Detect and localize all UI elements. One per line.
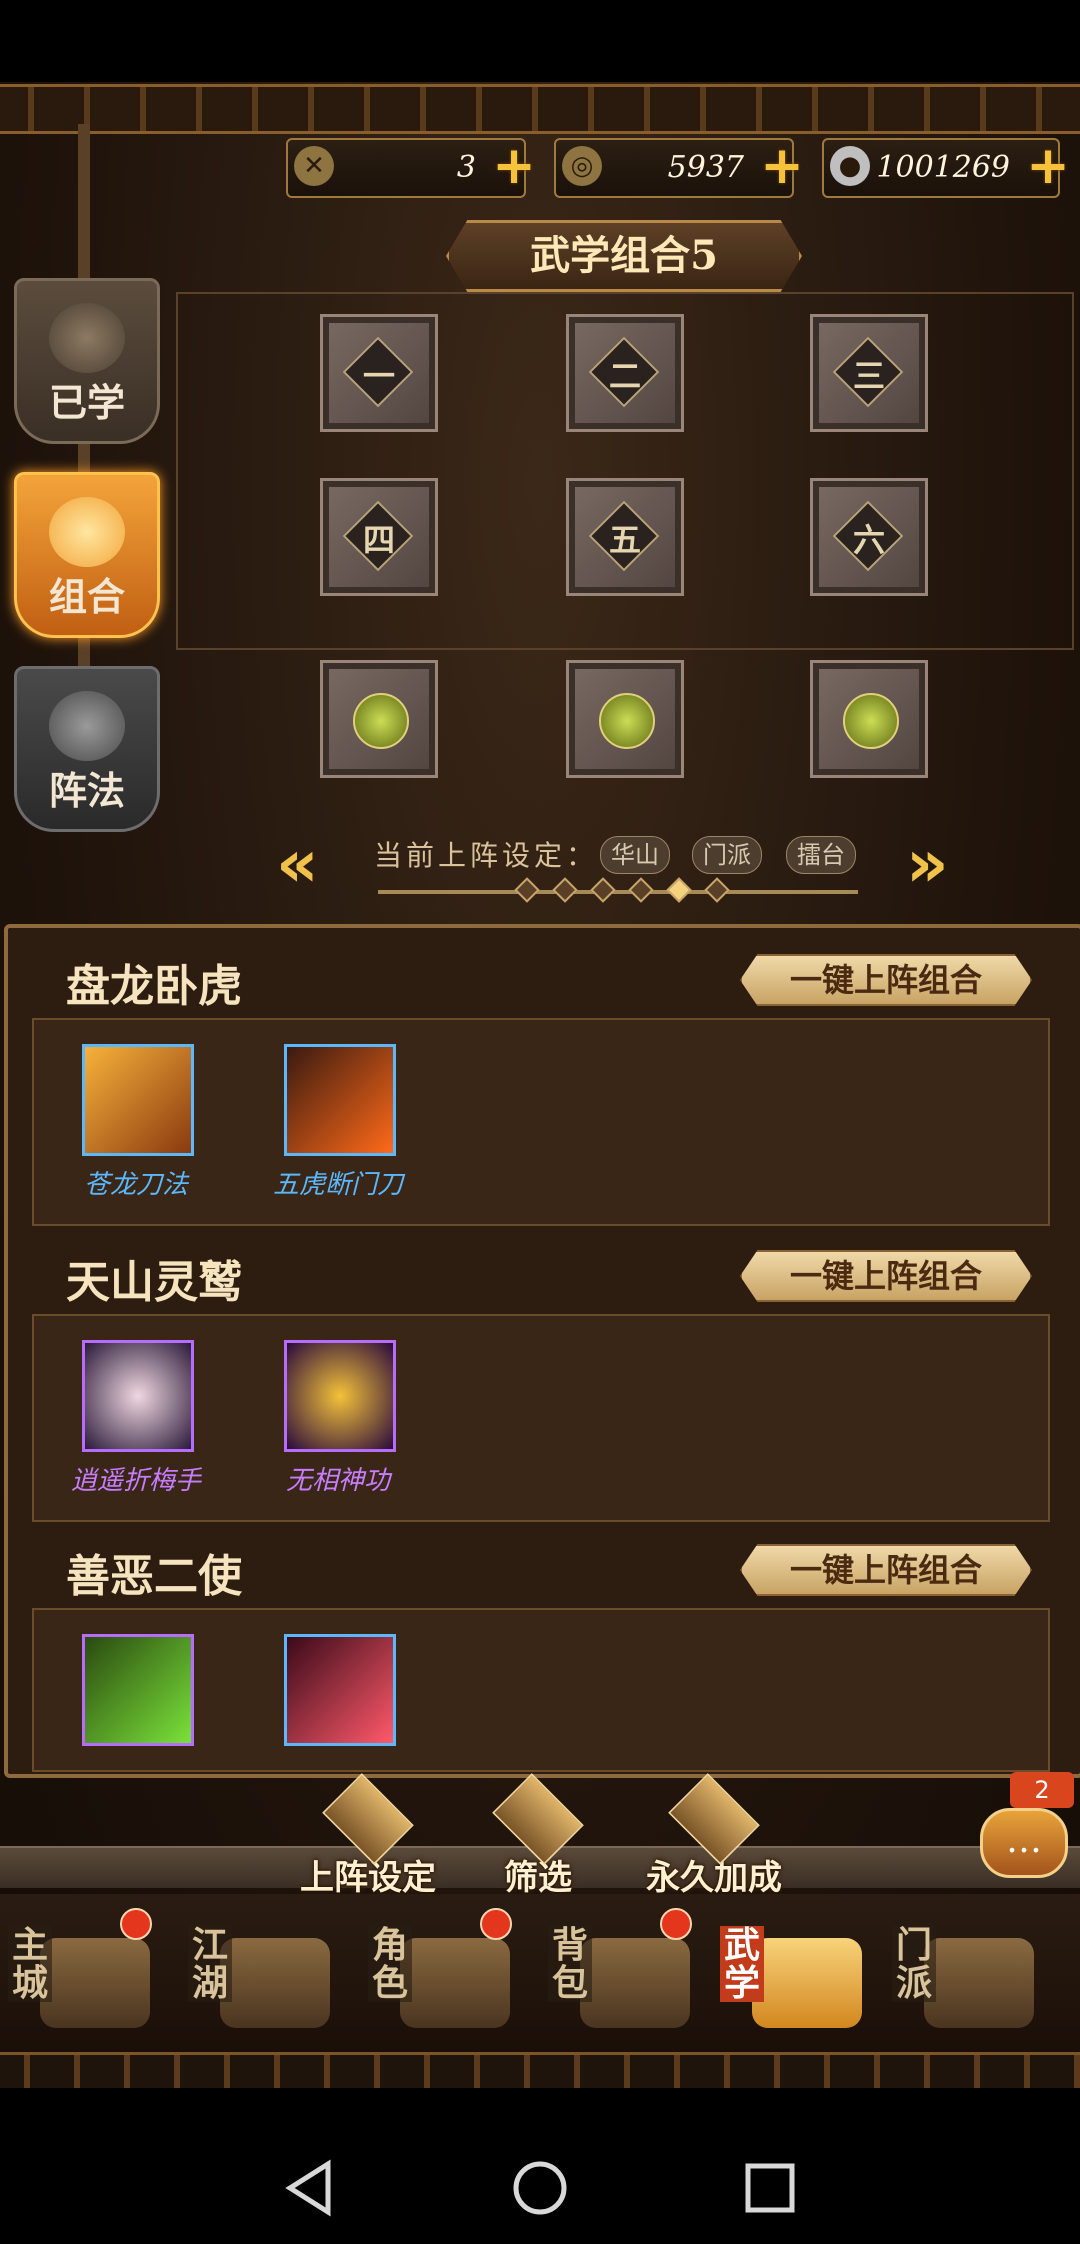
tab-combination-label: 组合 — [48, 574, 125, 619]
locked-slot-9[interactable] — [810, 660, 928, 778]
nav-character[interactable]: 角色 — [360, 1908, 530, 2048]
filter-button[interactable]: 筛选 — [468, 1773, 608, 1898]
setting-chip: 门派 — [692, 836, 762, 874]
currency-tokens: ✕ 3 + — [286, 138, 536, 198]
add-silver-button[interactable]: + — [1024, 140, 1072, 192]
cauldron-icon — [924, 1938, 1034, 2028]
slot-number: 三 — [852, 357, 885, 395]
lock-icon — [599, 693, 655, 749]
currency-silver: ● 1001269 + — [822, 138, 1070, 198]
notification-dot — [120, 1908, 152, 1940]
locked-slot-7[interactable] — [320, 660, 438, 778]
nav-sect[interactable]: 门派 — [884, 1908, 1054, 2048]
skill-name: 逍遥折梅手 — [70, 1466, 201, 1496]
equip-combo-button[interactable]: 一键上阵组合 — [740, 1250, 1032, 1302]
permanent-bonus-button[interactable]: 永久加成 — [644, 1773, 784, 1898]
nav-martial-arts[interactable]: 武学 — [712, 1908, 882, 2048]
setting-chip: 华山 — [600, 836, 670, 874]
page-indicator — [378, 890, 858, 894]
skill-name: 无相神功 — [285, 1466, 390, 1496]
bag-icon — [580, 1938, 690, 2028]
slot-3[interactable]: 三 — [810, 314, 928, 432]
scroll-icon — [49, 497, 125, 567]
equip-combo-button[interactable]: 一键上阵组合 — [740, 954, 1032, 1006]
skill-icon[interactable] — [284, 1340, 396, 1452]
tab-combination[interactable]: 组合 — [14, 472, 160, 638]
skill-name: 五虎断门刀 — [272, 1170, 403, 1200]
slot-6[interactable]: 六 — [810, 478, 928, 596]
skill-icon[interactable] — [82, 1340, 194, 1452]
prev-arrow-icon[interactable]: « — [276, 831, 336, 897]
lock-icon — [843, 693, 899, 749]
swords-icon: ✕ — [294, 146, 334, 186]
top-ornament — [0, 84, 1080, 134]
setting-chip: 擂台 — [786, 836, 856, 874]
nav-label: 门派 — [892, 1926, 936, 2002]
chat-bubble-icon: … — [1006, 1820, 1042, 1861]
equip-combo-button[interactable]: 一键上阵组合 — [740, 1544, 1032, 1596]
gold-value: 5937 — [667, 150, 744, 185]
locked-slot-8[interactable] — [566, 660, 684, 778]
chat-badge: 2 — [1010, 1772, 1074, 1808]
tokens-value: 3 — [456, 150, 476, 185]
notification-dot — [480, 1908, 512, 1940]
skill-icon[interactable] — [82, 1634, 194, 1746]
combo-title: 善恶二使 — [66, 1551, 242, 1602]
nav-label: 主城 — [8, 1926, 52, 2002]
book-fire-icon — [49, 303, 125, 373]
banner-flag-icon — [220, 1938, 330, 2028]
slot-number: 六 — [852, 521, 885, 559]
slot-1[interactable]: 一 — [320, 314, 438, 432]
nav-label: 江湖 — [188, 1926, 232, 2002]
combo-title: 盘龙卧虎 — [66, 961, 242, 1012]
skill-icon[interactable] — [284, 1634, 396, 1746]
nav-label: 角色 — [368, 1926, 412, 2002]
tab-rope — [78, 124, 90, 284]
skill-icon[interactable] — [284, 1044, 396, 1156]
nav-label: 武学 — [720, 1926, 764, 2002]
nav-main-city[interactable]: 主城 — [0, 1908, 170, 2048]
tab-learned[interactable]: 已学 — [14, 278, 160, 444]
slot-number: 四 — [362, 521, 395, 559]
deploy-settings-button[interactable]: 上阵设定 — [298, 1773, 438, 1898]
skill-name: 苍龙刀法 — [83, 1170, 188, 1200]
home-icon[interactable] — [510, 2158, 570, 2218]
combo-title-banner: 武学组合5 — [446, 220, 802, 292]
combo-title: 天山灵鹫 — [66, 1257, 242, 1308]
status-bar — [0, 0, 1080, 82]
nav-bag[interactable]: 背包 — [540, 1908, 710, 2048]
scroll-hero-icon — [400, 1938, 510, 2028]
add-gold-button[interactable]: + — [758, 140, 806, 192]
slot-number: 一 — [362, 357, 395, 395]
gold-ingot-icon: ◎ — [562, 146, 602, 186]
palace-icon — [40, 1938, 150, 2028]
yin-yang-icon — [49, 691, 125, 761]
nav-label: 背包 — [548, 1926, 592, 2002]
back-icon[interactable] — [280, 2158, 340, 2218]
add-tokens-button[interactable]: + — [490, 140, 538, 192]
nav-jianghu[interactable]: 江湖 — [180, 1908, 350, 2048]
skill-icon[interactable] — [82, 1044, 194, 1156]
tab-formation[interactable]: 阵法 — [14, 666, 160, 832]
slot-5[interactable]: 五 — [566, 478, 684, 596]
recents-icon[interactable] — [740, 2158, 800, 2218]
chat-button[interactable]: … — [980, 1808, 1068, 1878]
slot-2[interactable]: 二 — [566, 314, 684, 432]
tab-formation-label: 阵法 — [48, 768, 125, 813]
slot-4[interactable]: 四 — [320, 478, 438, 596]
next-arrow-icon[interactable]: » — [906, 831, 966, 897]
silver-value: 1001269 — [876, 150, 1010, 185]
tab-learned-label: 已学 — [48, 380, 125, 425]
notification-dot — [660, 1908, 692, 1940]
bottom-ornament — [0, 2052, 1080, 2091]
slot-number: 二 — [608, 357, 641, 395]
current-setting-label: 当前上阵设定： — [374, 839, 599, 872]
slot-number: 五 — [608, 521, 641, 559]
currency-gold: ◎ 5937 + — [554, 138, 804, 198]
martial-scroll-icon — [752, 1938, 862, 2028]
lock-icon — [353, 693, 409, 749]
silver-coin-icon: ● — [830, 146, 870, 186]
